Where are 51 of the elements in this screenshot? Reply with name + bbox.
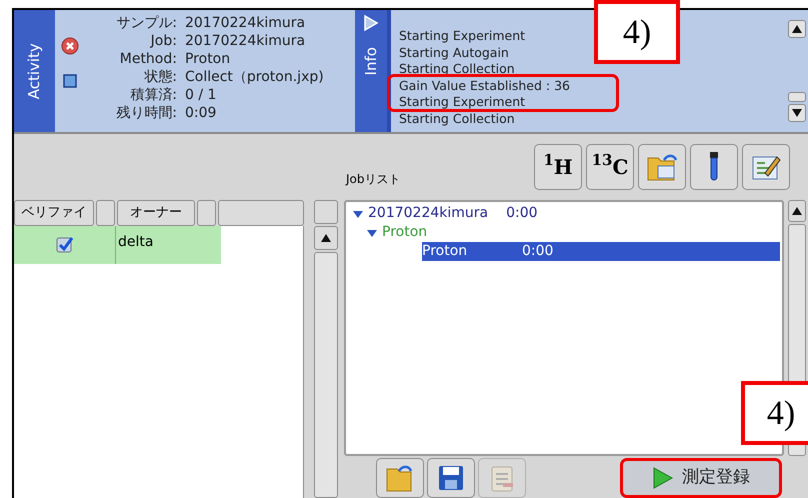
- table-cell-text: delta: [117, 233, 154, 252]
- section-label: Jobリスト: [346, 171, 400, 188]
- save-icon: [436, 463, 466, 493]
- field-label: Method:: [118, 50, 177, 68]
- field-label: サンプル:: [115, 14, 177, 32]
- column-header[interactable]: ベリファイ: [14, 200, 94, 226]
- folder-icon: [646, 152, 678, 182]
- scroll-up-button[interactable]: [314, 226, 338, 250]
- table-row[interactable]: delta: [14, 226, 221, 264]
- tree-item[interactable]: Proton: [382, 223, 482, 242]
- activity-tab[interactable]: Activity: [14, 10, 55, 132]
- field-value: 0 / 1: [184, 86, 218, 104]
- tube-button[interactable]: [690, 144, 738, 190]
- nucleus-button[interactable]: $^{1}$H: [534, 144, 582, 190]
- tree-item[interactable]: 20170224kimura 0:00: [368, 204, 538, 223]
- checkbox[interactable]: [56, 236, 74, 254]
- play-icon: [652, 466, 674, 490]
- error-icon: [61, 37, 79, 55]
- log-line: Starting Experiment: [399, 94, 526, 110]
- scroll-thumb[interactable]: [788, 92, 806, 102]
- register-button[interactable]: 測定登録: [620, 458, 782, 498]
- field-label: 残り時間:: [115, 104, 177, 122]
- log-line: Starting Collection: [399, 61, 515, 78]
- scroll-up-button[interactable]: [788, 20, 806, 38]
- info-tab[interactable]: Info: [355, 10, 391, 132]
- field-label: 積算済:: [129, 86, 177, 104]
- test-tube-icon: [707, 151, 721, 183]
- scroll-down-button[interactable]: [788, 104, 806, 122]
- field-value: 20170224kimura: [184, 14, 306, 32]
- nucleus-button[interactable]: $^{13}$C: [586, 144, 634, 190]
- field-value: Collect（proton.jxp): [184, 68, 325, 86]
- log-line: Starting Autogain: [399, 44, 509, 61]
- log-line: Starting Experiment: [399, 28, 526, 44]
- edit-button[interactable]: [742, 144, 790, 190]
- play-icon: [363, 14, 379, 32]
- field-value: 0:09: [184, 104, 218, 122]
- field-value: 20170224kimura: [184, 32, 306, 50]
- annotation-tooltip: 4): [741, 381, 808, 445]
- log-line: Starting Collection: [399, 110, 515, 127]
- square-icon: [63, 74, 77, 88]
- field-value: Proton: [184, 50, 232, 68]
- tree-item[interactable]: Proton 0:00: [422, 242, 780, 261]
- field-label: Job:: [148, 32, 177, 50]
- toolbar-button[interactable]: [427, 458, 475, 498]
- field-label: 状態:: [143, 68, 177, 86]
- column-header[interactable]: オーナー: [116, 200, 196, 226]
- log-line: Gain Value Established : 36: [399, 78, 570, 94]
- annotation-tooltip: 4): [594, 0, 680, 64]
- open-folder-icon: [385, 463, 415, 493]
- scroll-up-button[interactable]: [788, 200, 806, 222]
- toolbar-button[interactable]: [376, 458, 424, 498]
